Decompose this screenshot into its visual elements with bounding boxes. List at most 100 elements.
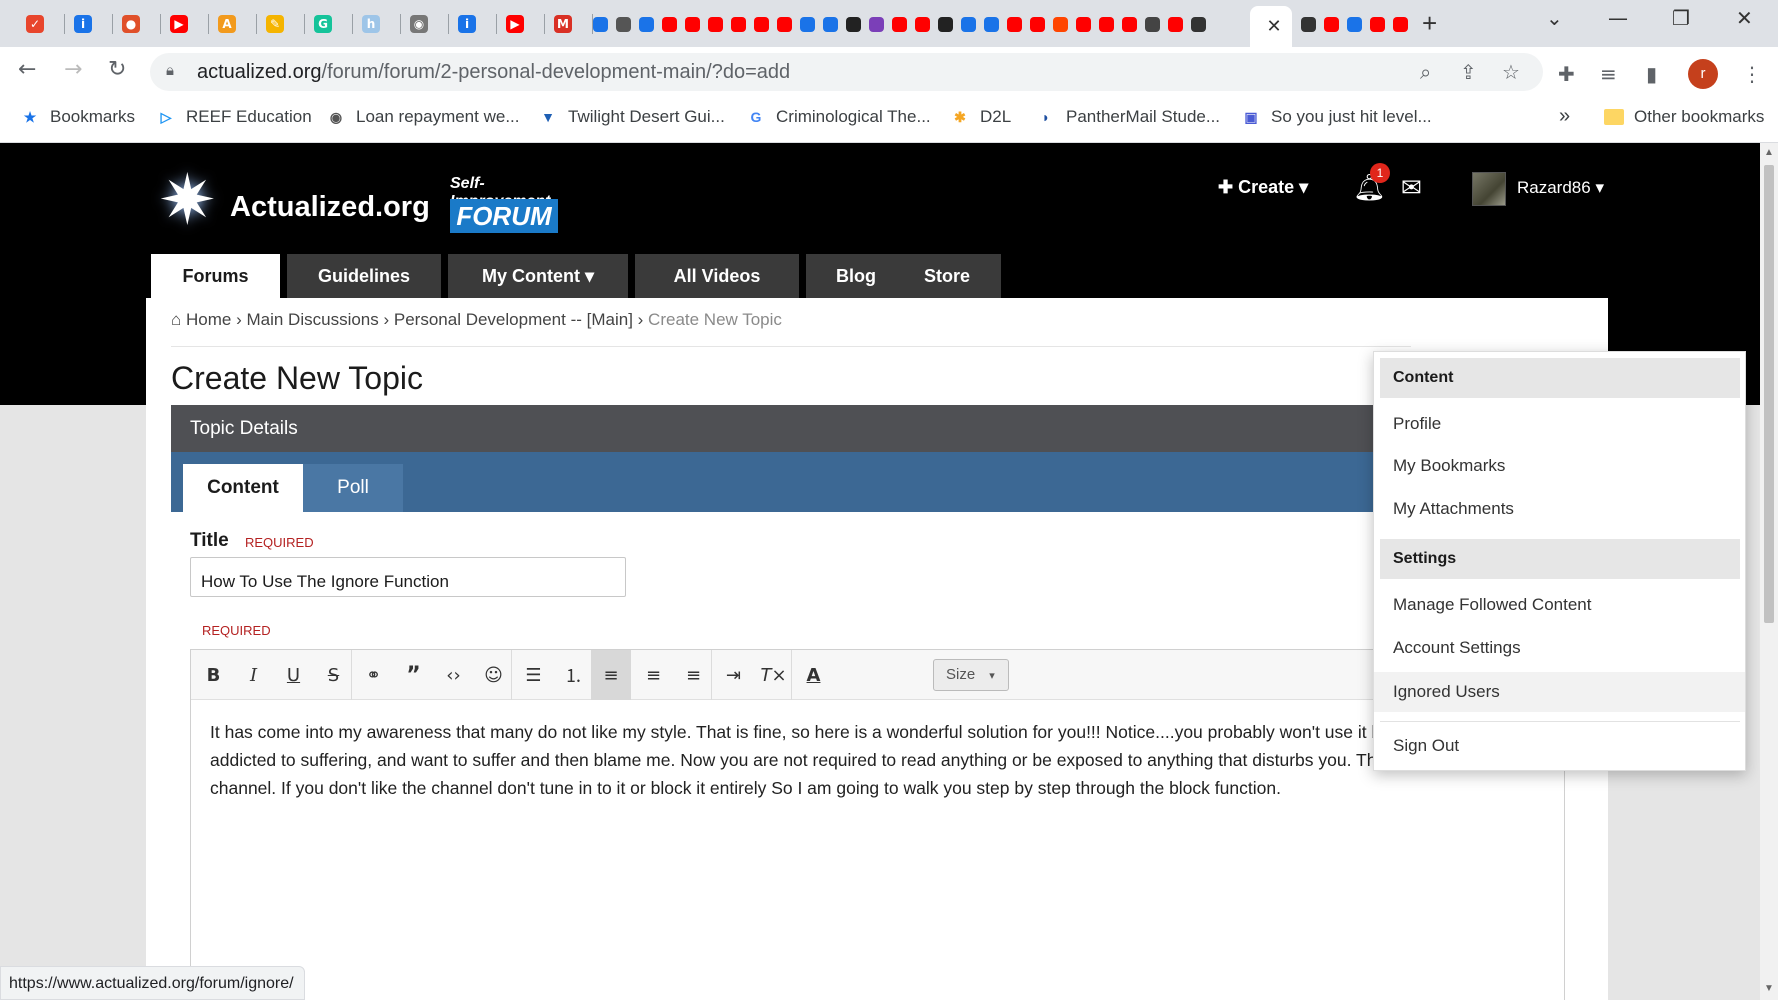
- breadcrumb-personal-development[interactable]: Personal Development -- [Main]: [394, 310, 633, 329]
- active-tab[interactable]: ✕: [1250, 6, 1292, 47]
- editor-body-text[interactable]: It has come into my awareness that many …: [210, 718, 1550, 802]
- font-size-dropdown[interactable]: Size ▾: [933, 659, 1009, 691]
- share-icon[interactable]: ⇪: [1460, 60, 1477, 84]
- browser-tab[interactable]: [889, 6, 909, 42]
- browser-tab[interactable]: [866, 6, 886, 42]
- browser-tab[interactable]: [590, 6, 610, 42]
- browser-tab[interactable]: [820, 6, 840, 42]
- bookmark-star-icon[interactable]: ☆: [1502, 60, 1520, 84]
- browser-tab[interactable]: [1298, 6, 1318, 42]
- reload-icon[interactable]: ↻: [108, 57, 126, 82]
- rich-text-editor[interactable]: B I U S ⚭ ” ‹› ☺ ☰ ⒈ ≡ ≡ ≡ ⇥ T× A Size ▾…: [190, 649, 1565, 1000]
- bookmark-item[interactable]: ★ Bookmarks: [20, 107, 135, 127]
- title-input[interactable]: [190, 557, 626, 597]
- other-bookmarks[interactable]: Other bookmarks: [1604, 107, 1764, 127]
- window-close-icon[interactable]: ✕: [1736, 6, 1753, 30]
- browser-tab[interactable]: [705, 6, 725, 42]
- menu-item-ignored-users[interactable]: Ignored Users: [1374, 672, 1745, 712]
- messages-envelope-icon[interactable]: ✉: [1401, 173, 1422, 202]
- bookmark-item[interactable]: ◉ Loan repayment we...: [326, 107, 520, 127]
- user-avatar[interactable]: [1472, 172, 1506, 206]
- browser-tab[interactable]: [682, 6, 702, 42]
- bookmark-item[interactable]: G Criminological The...: [746, 107, 931, 127]
- browser-tab[interactable]: [1004, 6, 1024, 42]
- italic-icon[interactable]: I: [231, 650, 276, 700]
- bold-icon[interactable]: B: [191, 650, 236, 700]
- align-left-icon[interactable]: ≡: [591, 650, 631, 700]
- browser-tab[interactable]: [1344, 6, 1364, 42]
- menu-item-my-attachments[interactable]: My Attachments: [1374, 489, 1745, 529]
- bookmark-item[interactable]: ▣ So you just hit level...: [1241, 107, 1431, 127]
- browser-tab[interactable]: [751, 6, 771, 42]
- browser-tab[interactable]: G: [306, 6, 340, 42]
- bookmark-item[interactable]: ▼ Twilight Desert Gui...: [538, 107, 725, 127]
- browser-tab[interactable]: A: [210, 6, 244, 42]
- menu-item-account-settings[interactable]: Account Settings: [1374, 628, 1745, 668]
- browser-tab[interactable]: ✎: [258, 6, 292, 42]
- close-icon[interactable]: ✕: [1266, 16, 1281, 37]
- browser-tab[interactable]: [1165, 6, 1185, 42]
- browser-tab[interactable]: [659, 6, 679, 42]
- side-panel-icon[interactable]: ▮: [1646, 62, 1657, 86]
- quote-icon[interactable]: ”: [391, 650, 436, 700]
- site-logo[interactable]: ✷ Actualized.org Self-Improvement FORUM: [158, 155, 578, 245]
- bookmark-item[interactable]: ▷ REEF Education: [156, 107, 312, 127]
- browser-tab[interactable]: ▶: [498, 6, 532, 42]
- bookmark-item[interactable]: ✱ D2L: [950, 107, 1011, 127]
- tab-poll[interactable]: Poll: [303, 464, 403, 512]
- browser-tab[interactable]: ▶: [162, 6, 196, 42]
- scroll-down-icon[interactable]: ▼: [1764, 983, 1774, 994]
- nav-tab-my-content[interactable]: My Content ▾: [448, 254, 628, 298]
- menu-item-my-bookmarks[interactable]: My Bookmarks: [1374, 446, 1745, 486]
- numbered-list-icon[interactable]: ⒈: [551, 650, 596, 700]
- nav-tab-guidelines[interactable]: Guidelines: [287, 254, 441, 298]
- nav-tab-store[interactable]: Store: [893, 254, 1001, 298]
- browser-tab[interactable]: [1050, 6, 1070, 42]
- browser-tab[interactable]: i: [66, 6, 100, 42]
- restore-icon[interactable]: ❐: [1672, 6, 1690, 30]
- remove-format-icon[interactable]: T×: [751, 650, 796, 700]
- browser-tab[interactable]: [636, 6, 656, 42]
- tab-search-icon[interactable]: ⌄: [1546, 6, 1563, 30]
- menu-item-sign-out[interactable]: Sign Out: [1374, 726, 1745, 766]
- browser-tab[interactable]: [843, 6, 863, 42]
- bulleted-list-icon[interactable]: ☰: [511, 650, 556, 700]
- underline-icon[interactable]: U: [271, 650, 316, 700]
- browser-tab[interactable]: ●: [114, 6, 148, 42]
- browser-tab[interactable]: ◉: [402, 6, 436, 42]
- browser-tab[interactable]: [1096, 6, 1116, 42]
- browser-tab[interactable]: M: [546, 6, 580, 42]
- align-right-icon[interactable]: ≡: [671, 650, 716, 700]
- zoom-icon[interactable]: ⌕: [1420, 60, 1431, 84]
- profile-avatar[interactable]: r: [1688, 59, 1718, 89]
- extensions-icon[interactable]: ✚: [1558, 62, 1575, 86]
- text-color-icon[interactable]: A: [791, 650, 836, 700]
- bookmark-item[interactable]: ◗ PantherMail Stude...: [1036, 107, 1220, 127]
- tab-content[interactable]: Content: [183, 464, 303, 512]
- browser-tab[interactable]: [797, 6, 817, 42]
- breadcrumb-main-discussions[interactable]: Main Discussions: [246, 310, 378, 329]
- browser-tab[interactable]: [1027, 6, 1047, 42]
- browser-tab[interactable]: [1367, 6, 1387, 42]
- user-menu-toggle[interactable]: Razard86 ▾: [1517, 178, 1604, 198]
- back-icon[interactable]: ←: [18, 57, 36, 82]
- scroll-up-icon[interactable]: ▲: [1764, 147, 1774, 158]
- browser-tab[interactable]: [935, 6, 955, 42]
- nav-tab-forums[interactable]: Forums: [151, 254, 280, 298]
- media-control-icon[interactable]: ≡: [1600, 62, 1617, 86]
- emoji-icon[interactable]: ☺: [471, 650, 516, 700]
- new-tab-button[interactable]: +: [1422, 8, 1437, 39]
- browser-tab[interactable]: [981, 6, 1001, 42]
- browser-tab[interactable]: [1188, 6, 1208, 42]
- code-icon[interactable]: ‹›: [431, 650, 476, 700]
- scrollbar-thumb[interactable]: [1764, 165, 1774, 623]
- browser-tab[interactable]: i: [450, 6, 484, 42]
- bookmarks-overflow-icon[interactable]: »: [1559, 105, 1570, 128]
- browser-tab[interactable]: [1390, 6, 1410, 42]
- browser-tab[interactable]: [912, 6, 932, 42]
- minimize-icon[interactable]: —: [1608, 6, 1628, 30]
- address-bar[interactable]: 🔒︎ actualized.org/forum/forum/2-personal…: [150, 53, 1543, 91]
- page-scrollbar[interactable]: ▲ ▼: [1760, 143, 1778, 1000]
- nav-tab-all-videos[interactable]: All Videos: [635, 254, 799, 298]
- link-icon[interactable]: ⚭: [351, 650, 396, 700]
